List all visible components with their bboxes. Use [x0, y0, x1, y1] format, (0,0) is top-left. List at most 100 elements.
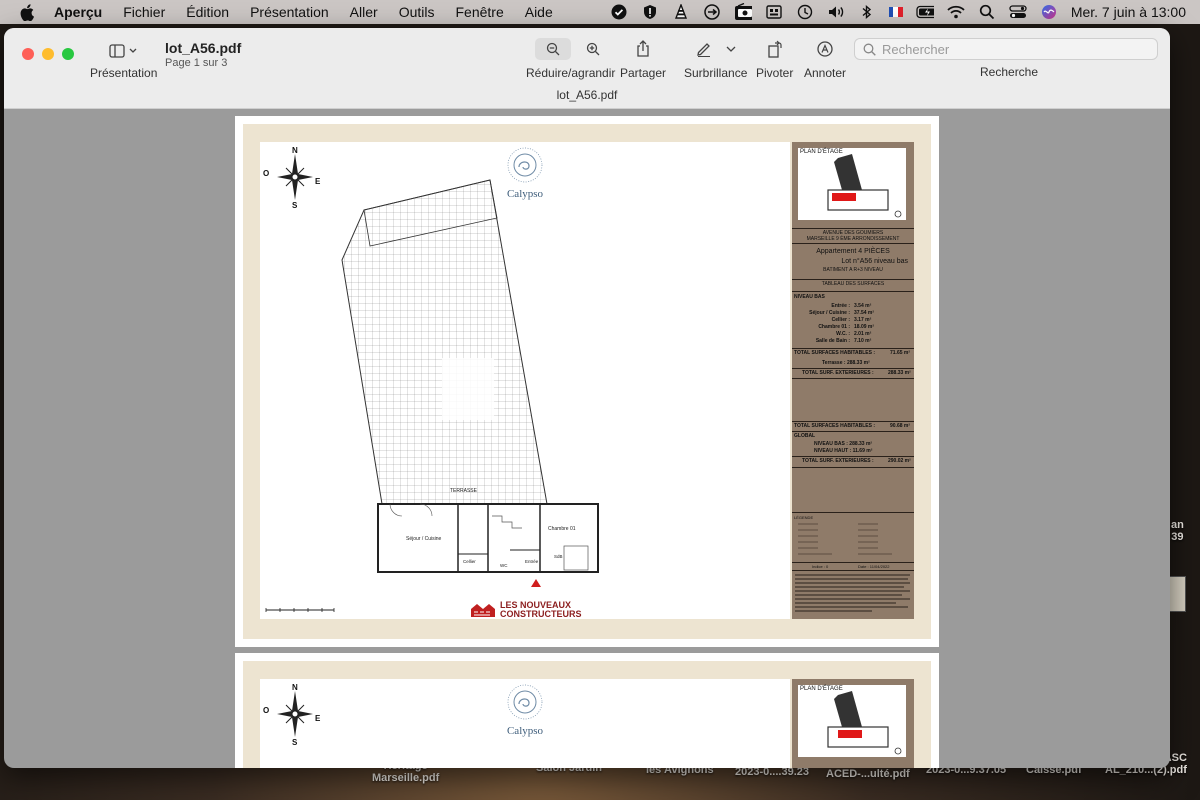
preview-window: Présentation lot_A56.pdf Page 1 sur 3 Ré…: [4, 28, 1170, 768]
panel-separator: [792, 348, 914, 349]
bluetooth-icon[interactable]: [858, 4, 876, 20]
panel-separator: [792, 431, 914, 432]
pdf-page-2[interactable]: N S E O Calypso PLAN D'ÉTAGE: [235, 653, 939, 768]
zoom-in-button[interactable]: [579, 38, 607, 60]
menu-aller[interactable]: Aller: [350, 4, 378, 20]
level-low-label: NIVEAU BAS: [794, 294, 825, 300]
total-hab2-row: TOTAL SURFACES HABITABLES : 90.68 m²: [794, 423, 910, 430]
global-high-value: 11.69 m²: [852, 448, 873, 454]
search-placeholder: Rechercher: [882, 41, 950, 57]
media-controls-icon[interactable]: [703, 4, 721, 20]
time-machine-icon[interactable]: [796, 4, 814, 20]
plan-thumbnail: PLAN D'ÉTAGE: [798, 685, 906, 757]
plan-label-living: Séjour / Cuisine: [406, 536, 442, 542]
total-hab-row: TOTAL SURFACES HABITABLES : 71.65 m²: [794, 350, 910, 357]
date-label: Date : 11/04/2022: [858, 564, 890, 569]
desktop-file-peek[interactable]: an 39: [1171, 519, 1184, 543]
floor-plan-sheet: N S E O Calypso TERRASSE Séjour / Cuisin…: [260, 142, 790, 619]
keyboard-input-icon[interactable]: [765, 4, 783, 20]
plan-label-wc: WC: [500, 563, 508, 568]
panel-separator: [792, 243, 914, 244]
document-title-bar: lot_A56.pdf: [556, 88, 618, 102]
zoom-in-icon: [586, 42, 600, 56]
address-line-2: MARSEILLE 9 ÈME ARRONDISSEMENT: [806, 236, 900, 242]
siri-icon[interactable]: [1040, 4, 1058, 20]
total-ext2-row: TOTAL SURF. EXTERIEURES : 290.02 m²: [802, 458, 911, 465]
zoom-out-icon: [546, 42, 560, 56]
input-source-flag-icon[interactable]: [888, 7, 903, 17]
terrace-row: Terrasse : 288.33 m²: [822, 360, 870, 367]
search-field[interactable]: Rechercher: [854, 38, 1158, 60]
panel-separator: [792, 368, 914, 369]
surface-label: Séjour / Cuisine :: [809, 310, 850, 316]
zoom-window-button[interactable]: [62, 48, 74, 60]
table-title: TABLEAU DES SURFACES: [821, 281, 885, 287]
pen-icon: [696, 43, 710, 57]
annotate-icon: [817, 38, 833, 60]
total-hab-label: TOTAL SURFACES HABITABLES :: [794, 350, 876, 356]
surface-label: Entrée :: [831, 303, 850, 309]
global-low-value: 288.33 m²: [849, 441, 873, 447]
vlc-cone-icon[interactable]: [672, 4, 690, 20]
total-hab2-label: TOTAL SURFACES HABITABLES :: [794, 423, 876, 429]
alert-shield-icon[interactable]: [641, 4, 659, 20]
annotate-button[interactable]: Annoter: [804, 38, 846, 80]
desktop-file-label: 39: [1171, 531, 1184, 543]
window-toolbar: Présentation lot_A56.pdf Page 1 sur 3 Ré…: [4, 28, 1170, 109]
panel-separator: [792, 512, 914, 513]
address-block: AVENUE DES GOUMIERS MARSEILLE 9 ÈME ARRO…: [792, 230, 914, 242]
builder-logo-text: LES NOUVEAUX CONSTRUCTEURS: [500, 601, 582, 619]
presentation-label: Présentation: [90, 66, 158, 80]
panel-separator: [792, 456, 914, 457]
builder-line-2: CONSTRUCTEURS: [500, 609, 582, 619]
rotate-icon: [767, 38, 783, 60]
menu-bar: Aperçu Fichier Édition Présentation Alle…: [0, 0, 1200, 24]
menu-edition[interactable]: Édition: [186, 4, 229, 20]
plan-label-bedroom: Chambre 01: [548, 526, 576, 532]
menu-outils[interactable]: Outils: [399, 4, 435, 20]
spotlight-search-icon[interactable]: [978, 4, 996, 20]
close-window-button[interactable]: [22, 48, 34, 60]
pdf-page-1[interactable]: N S E O Calypso TERRASSE Séjour / Cuisin…: [235, 116, 939, 647]
apple-menu-icon[interactable]: [18, 0, 36, 24]
minimize-window-button[interactable]: [42, 48, 54, 60]
annotate-label: Annoter: [804, 66, 847, 80]
desktop-file-label: Marseille.pdf: [372, 772, 440, 784]
panel-separator: [792, 467, 914, 468]
status-bar: Mer. 7 juin à 13:00: [610, 0, 1186, 24]
rotate-button[interactable]: Pivoter: [756, 38, 793, 80]
menu-presentation[interactable]: Présentation: [250, 4, 329, 20]
checkmark-app-icon[interactable]: [610, 4, 628, 20]
chevron-down-icon[interactable]: [726, 45, 736, 53]
volume-icon[interactable]: [827, 4, 845, 20]
surface-label: Salle de Bain :: [815, 338, 850, 344]
battery-icon[interactable]: [916, 4, 934, 20]
legend-lines: [798, 523, 892, 555]
highlight-label: Surbrillance: [684, 66, 748, 80]
highlight-button[interactable]: Surbrillance: [684, 38, 747, 80]
zoom-out-button[interactable]: [534, 38, 571, 60]
menu-aide[interactable]: Aide: [525, 4, 553, 20]
calypso-logo: Calypso: [500, 682, 550, 737]
wifi-icon[interactable]: [947, 4, 965, 20]
panel-separator: [792, 570, 914, 571]
surface-label: Cellier :: [831, 317, 850, 323]
total-ext-value: 288.33 m²: [888, 370, 911, 376]
sidebar-toggle-button[interactable]: Présentation: [90, 40, 157, 80]
menu-fichier[interactable]: Fichier: [123, 4, 165, 20]
menu-fenetre[interactable]: Fenêtre: [455, 4, 503, 20]
control-center-icon[interactable]: [1009, 4, 1027, 20]
desktop-file-aced[interactable]: ACED-...ulté.pdf: [826, 768, 910, 780]
search-label: Recherche: [980, 65, 1039, 79]
menu-app-name[interactable]: Aperçu: [54, 4, 102, 20]
surface-values: 3.54 m² 37.54 m² 3.17 m² 18.09 m² 2.01 m…: [854, 303, 874, 345]
panel-separator: [792, 228, 914, 229]
radio-icon[interactable]: [734, 3, 752, 20]
share-label: Partager: [620, 66, 667, 80]
share-button[interactable]: Partager: [620, 38, 666, 80]
apartment-block: Appartement 4 PIÈCES Lot n°A56 niveau ba…: [792, 247, 914, 274]
calypso-brand: Calypso: [506, 725, 544, 737]
menubar-clock[interactable]: Mer. 7 juin à 13:00: [1071, 4, 1186, 20]
surface-value: 18.09 m²: [854, 324, 875, 330]
document-name[interactable]: lot_A56.pdf: [165, 40, 241, 56]
